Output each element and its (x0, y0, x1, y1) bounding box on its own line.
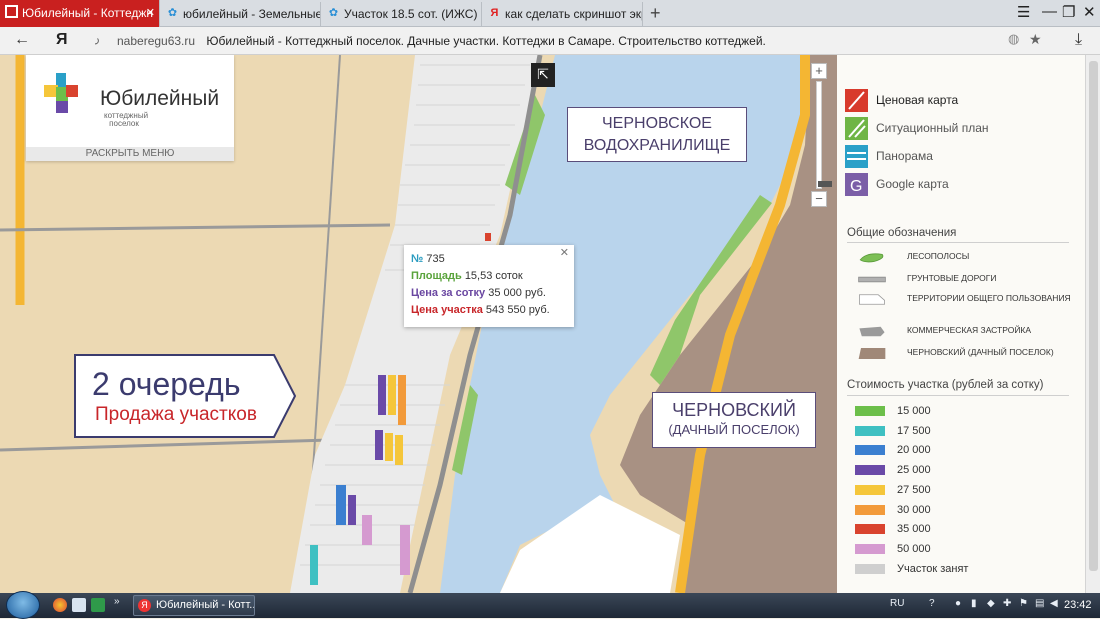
network-icon[interactable]: ▮ (971, 598, 977, 609)
close-icon[interactable]: ✕ (560, 246, 569, 259)
yandex-icon: Я (490, 7, 499, 19)
google-map-icon: G (845, 173, 868, 196)
network-status-icon[interactable]: ▤ (1035, 598, 1044, 609)
plot-total-price: 543 550 руб. (485, 304, 550, 316)
prices-title: Стоимость участка (рублей за сотку) (847, 379, 1044, 391)
help-icon[interactable]: ? (929, 598, 935, 609)
swatch (855, 406, 885, 416)
download-icon[interactable]: ⤓ (1075, 31, 1082, 49)
chrome-icon[interactable] (53, 598, 67, 612)
yandex-disk-icon[interactable]: ✚ (1003, 598, 1011, 609)
road-swatch (858, 276, 886, 283)
new-tab-button[interactable]: + (650, 3, 661, 24)
red-square-icon (5, 5, 18, 18)
dirt-road (0, 223, 391, 232)
yandex-button[interactable]: Я (56, 31, 68, 49)
swatch (855, 465, 885, 475)
zoom-in-button[interactable]: + (811, 63, 827, 79)
legend-title: Общие обозначения (847, 227, 957, 239)
logo-brand: Юбилейный (100, 87, 220, 110)
back-icon[interactable]: ← (14, 31, 30, 49)
swatch (855, 445, 885, 455)
url-field[interactable]: ↻ naberegu63.ru Юбилейный - Коттеджный п… (95, 31, 1050, 51)
volume-icon[interactable]: ◀ (1050, 598, 1058, 609)
site-logo[interactable]: Юбилейный коттеджный поселок РАСКРЫТЬ МЕ… (26, 55, 234, 161)
logo-mark-icon (44, 73, 78, 113)
swatch (855, 505, 885, 515)
protect-icon[interactable]: ◍ (1008, 31, 1019, 47)
address-bar: ← Я ↻ naberegu63.ru Юбилейный - Коттеджн… (0, 27, 1100, 55)
tab-yubileyny[interactable]: Юбилейный - Коттеджн ✕ (0, 0, 160, 27)
chevron-icon[interactable]: » (114, 596, 120, 607)
excel-icon[interactable] (91, 598, 105, 612)
scrollbar[interactable] (1085, 55, 1100, 593)
stage-sign[interactable]: 2 очередь Продажа участков (74, 354, 296, 438)
close-icon[interactable]: ✕ (146, 0, 155, 27)
stage-subtitle: Продажа участков (95, 404, 257, 425)
swatch (855, 544, 885, 554)
lake-label: ЧЕРНОВСКОЕ ВОДОХРАНИЛИЩЕ (567, 107, 747, 162)
village-label: ЧЕРНОВСКИЙ (ДАЧНЫЙ ПОСЕЛОК) (652, 392, 816, 448)
reload-icon[interactable]: ↻ (95, 31, 100, 51)
swatch (855, 564, 885, 574)
start-button[interactable] (6, 591, 40, 619)
close-window-icon[interactable]: ✕ (1083, 3, 1096, 21)
restore-icon[interactable]: ❐ (1062, 3, 1075, 21)
price-map-icon (845, 89, 868, 112)
blue-dots-icon: ✿ (167, 7, 178, 19)
settlement-swatch (858, 348, 886, 359)
skype-icon[interactable]: ● (955, 598, 961, 609)
zoom-knob[interactable] (818, 181, 832, 187)
app-tray-icon[interactable]: ◆ (987, 598, 995, 609)
language-indicator[interactable]: RU (890, 598, 904, 609)
tab-zemelnye[interactable]: ✿ юбилейный - Земельные у (161, 2, 321, 27)
dirt-road (0, 438, 331, 452)
public-area-swatch (859, 294, 885, 305)
logo-subtitle: коттеджный поселок (104, 111, 149, 128)
external-link-icon[interactable]: ⇱ (531, 63, 555, 87)
clock[interactable]: 23:42 (1064, 599, 1092, 611)
tab-uchastok[interactable]: ✿ Участок 18.5 сот. (ИЖС) - к (322, 2, 482, 27)
yandex-icon: Я (138, 599, 151, 612)
taskbar: » Я Юбилейный - Котт... RU ? ● ▮ ◆ ✚ ⚑ ▤… (0, 591, 1100, 619)
divider (847, 395, 1069, 396)
explorer-icon[interactable] (72, 598, 86, 612)
scroll-thumb[interactable] (1089, 61, 1098, 571)
divider (847, 242, 1069, 243)
plot-area: 15,53 соток (464, 270, 523, 282)
menu-icon[interactable]: ☰ (1017, 3, 1030, 21)
plot-price-per-sotka: 35 000 руб. (488, 287, 546, 299)
tab-screenshot[interactable]: Я как сделать скриншот экра (483, 2, 643, 27)
svg-text:G: G (850, 178, 862, 195)
page-title: Юбилейный - Коттеджный поселок. Дачные у… (206, 34, 766, 48)
minimize-icon[interactable]: — (1042, 3, 1057, 20)
zoom-control: + − (811, 63, 832, 208)
blue-dots-icon: ✿ (328, 7, 339, 19)
flag-icon[interactable]: ⚑ (1019, 598, 1028, 609)
taskbar-window-button[interactable]: Я Юбилейный - Котт... (133, 595, 255, 616)
star-icon[interactable]: ★ (1029, 31, 1042, 48)
panorama-icon (845, 145, 868, 168)
swatch (855, 524, 885, 534)
plot-number: 735 (426, 253, 445, 265)
plot-popup: ✕ № 735 Площадь 15,53 соток Цена за сотк… (404, 245, 574, 327)
expand-menu-button[interactable]: РАСКРЫТЬ МЕНЮ (26, 147, 234, 161)
forest-swatch (859, 253, 884, 263)
url-domain: naberegu63.ru (117, 34, 196, 48)
price-map[interactable]: Юбилейный коттеджный поселок РАСКРЫТЬ МЕ… (0, 55, 837, 593)
zoom-out-button[interactable]: − (811, 191, 827, 207)
situation-plan-icon (845, 117, 868, 140)
zoom-slider[interactable] (816, 81, 832, 189)
swatch (855, 426, 885, 436)
swatch (855, 485, 885, 495)
map-panel: Ценовая карта Ситуационный план Панорама… (837, 55, 1085, 593)
commercial-swatch (859, 326, 885, 337)
tab-bar: Юбилейный - Коттеджн ✕ ✿ юбилейный - Зем… (0, 0, 1100, 27)
stage-title: 2 очередь (92, 366, 241, 402)
